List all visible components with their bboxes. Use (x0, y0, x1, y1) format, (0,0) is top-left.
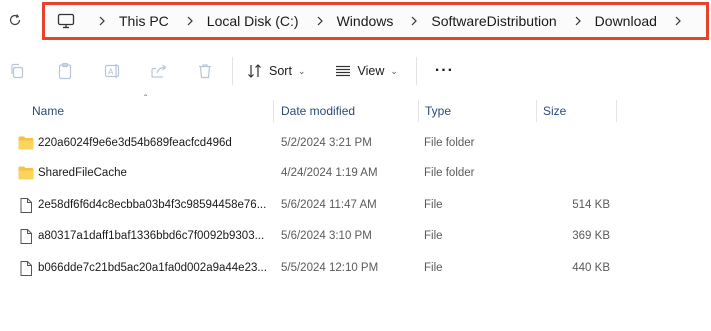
sort-ascending-icon: ˆ (144, 94, 148, 105)
file-size: 369 KB (572, 230, 610, 242)
folder-icon (18, 135, 34, 151)
list-item[interactable]: 220a6024f9e6e3d54b689feacfcd496d 5/2/202… (0, 128, 711, 158)
rename-button[interactable]: A (98, 56, 128, 86)
column-divider[interactable] (616, 100, 617, 122)
command-bar: A Sort ⌄ View ⌄ ··· (0, 50, 711, 92)
chevron-down-icon: ⌄ (390, 65, 398, 76)
file-size: 440 KB (572, 262, 610, 274)
breadcrumb-download[interactable]: Download (589, 13, 663, 29)
toolbar-divider (232, 57, 233, 85)
file-size (540, 128, 610, 158)
file-name-cell: SharedFileCache (18, 158, 270, 188)
chevron-right-icon[interactable] (567, 16, 589, 26)
column-header-size[interactable]: Size (543, 98, 566, 124)
refresh-button[interactable] (4, 9, 26, 31)
share-button[interactable] (144, 56, 174, 86)
file-name-cell: 2e58df6f6d4c8ecbba03b4f3c98594458e76... (18, 190, 270, 220)
chevron-right-icon[interactable] (403, 16, 425, 26)
column-divider[interactable] (536, 100, 537, 122)
toolbar-divider (415, 57, 417, 85)
file-icon (18, 197, 34, 213)
share-icon (151, 64, 167, 78)
refresh-icon (9, 14, 21, 26)
delete-button[interactable] (190, 56, 220, 86)
copy-icon (11, 63, 24, 79)
chevron-right-icon[interactable] (91, 16, 113, 26)
file-name-cell: b066dde7c21bd5ac20a1fa0d002a9a44e23... (18, 253, 270, 283)
chevron-right-icon[interactable] (179, 16, 201, 26)
paste-icon (58, 62, 72, 80)
breadcrumb-windows[interactable]: Windows (331, 13, 400, 29)
file-type: File folder (424, 137, 475, 149)
file-date: 5/6/2024 11:47 AM (281, 199, 377, 211)
more-options-button[interactable]: ··· (429, 56, 460, 86)
view-icon (336, 65, 351, 77)
file-name: a80317a1daff1baf1336bbd6c7f0092b9303... (38, 230, 265, 242)
column-divider[interactable] (273, 100, 274, 122)
column-header-name[interactable]: Name (32, 98, 64, 124)
column-divider[interactable] (418, 100, 419, 122)
chevron-right-icon[interactable] (309, 16, 331, 26)
file-size: 514 KB (572, 199, 610, 211)
file-name: 2e58df6f6d4c8ecbba03b4f3c98594458e76... (38, 199, 267, 211)
more-icon: ··· (434, 62, 454, 79)
file-type: File folder (424, 167, 475, 179)
list-item[interactable]: b066dde7c21bd5ac20a1fa0d002a9a44e23... 5… (0, 253, 711, 283)
rename-icon: A (104, 64, 120, 78)
column-header-date[interactable]: Date modified (281, 98, 355, 124)
column-header-type[interactable]: Type (425, 98, 451, 124)
list-item[interactable]: SharedFileCache 4/24/2024 1:19 AM File f… (0, 158, 711, 188)
file-type: File (424, 230, 443, 242)
svg-text:A: A (108, 68, 114, 77)
sort-button[interactable]: Sort ⌄ (241, 56, 311, 86)
trash-icon (199, 64, 211, 79)
file-type: File (424, 199, 443, 211)
address-bar-row: This PC Local Disk (C:) Windows Software… (0, 0, 711, 42)
file-name-cell: a80317a1daff1baf1336bbd6c7f0092b9303... (18, 221, 270, 251)
folder-icon (18, 165, 34, 181)
view-button[interactable]: View ⌄ (329, 56, 403, 86)
file-name: 220a6024f9e6e3d54b689feacfcd496d (38, 137, 232, 149)
list-item[interactable]: a80317a1daff1baf1336bbd6c7f0092b9303... … (0, 221, 711, 251)
copy-button[interactable] (2, 56, 32, 86)
file-name-cell: 220a6024f9e6e3d54b689feacfcd496d (18, 128, 270, 158)
breadcrumb-softwaredistribution[interactable]: SoftwareDistribution (425, 13, 562, 29)
file-icon (18, 260, 34, 276)
breadcrumb-this-pc[interactable]: This PC (113, 13, 175, 29)
file-date: 4/24/2024 1:19 AM (281, 167, 378, 179)
file-name: b066dde7c21bd5ac20a1fa0d002a9a44e23... (38, 262, 267, 274)
column-header-row: ˆ Name Date modified Type Size (0, 94, 711, 124)
file-date: 5/2/2024 3:21 PM (281, 137, 372, 149)
list-item[interactable]: 2e58df6f6d4c8ecbba03b4f3c98594458e76... … (0, 190, 711, 220)
paste-button[interactable] (50, 56, 80, 86)
view-label: View (357, 64, 385, 78)
file-name: SharedFileCache (38, 167, 127, 179)
breadcrumb-local-disk[interactable]: Local Disk (C:) (201, 13, 305, 29)
sort-label: Sort (269, 64, 292, 78)
sort-icon (248, 64, 261, 78)
chevron-right-icon[interactable] (667, 16, 689, 26)
file-type: File (424, 262, 443, 274)
this-pc-icon[interactable] (55, 10, 77, 32)
file-date: 5/6/2024 3:10 PM (281, 230, 372, 242)
chevron-down-icon: ⌄ (297, 65, 306, 76)
file-size (540, 158, 610, 188)
file-icon (18, 228, 34, 244)
address-bar[interactable]: This PC Local Disk (C:) Windows Software… (42, 2, 709, 40)
file-date: 5/5/2024 12:10 PM (281, 262, 379, 274)
